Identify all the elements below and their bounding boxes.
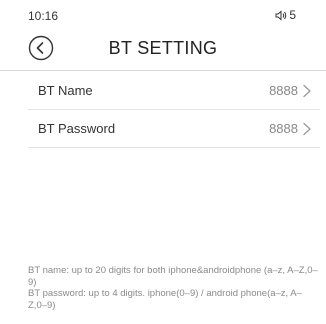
bt-password-row[interactable]: BT Password 8888 bbox=[28, 110, 320, 148]
status-time: 10:16 bbox=[28, 9, 59, 23]
status-volume: 5 bbox=[275, 8, 296, 22]
chevron-right-icon bbox=[302, 84, 312, 98]
settings-list: BT Name 8888 BT Password 8888 bbox=[28, 72, 320, 148]
header: BT SETTING bbox=[0, 30, 326, 66]
header-divider bbox=[0, 70, 326, 71]
bt-name-value: 8888 bbox=[269, 83, 298, 98]
bt-setting-screen: 10:16 5 BT SETTING BT Name 8888 BT Passw… bbox=[0, 0, 326, 324]
bt-name-label: BT Name bbox=[38, 83, 93, 98]
bt-password-label: BT Password bbox=[38, 121, 116, 136]
speaker-volume-icon bbox=[275, 9, 287, 21]
bt-name-row[interactable]: BT Name 8888 bbox=[28, 72, 320, 110]
status-bar: 10:16 5 bbox=[0, 0, 326, 24]
page-title: BT SETTING bbox=[108, 38, 218, 58]
bt-name-help-text: BT name: up to 20 digits for both iphone… bbox=[28, 265, 318, 288]
bt-password-help-text: BT password: up to 4 digits. iphone(0–9)… bbox=[28, 288, 302, 311]
bt-help-note: BT name: up to 20 digits for both iphone… bbox=[28, 265, 318, 311]
volume-level: 5 bbox=[289, 8, 296, 22]
chevron-right-icon bbox=[302, 122, 312, 136]
bt-password-value: 8888 bbox=[269, 121, 298, 136]
